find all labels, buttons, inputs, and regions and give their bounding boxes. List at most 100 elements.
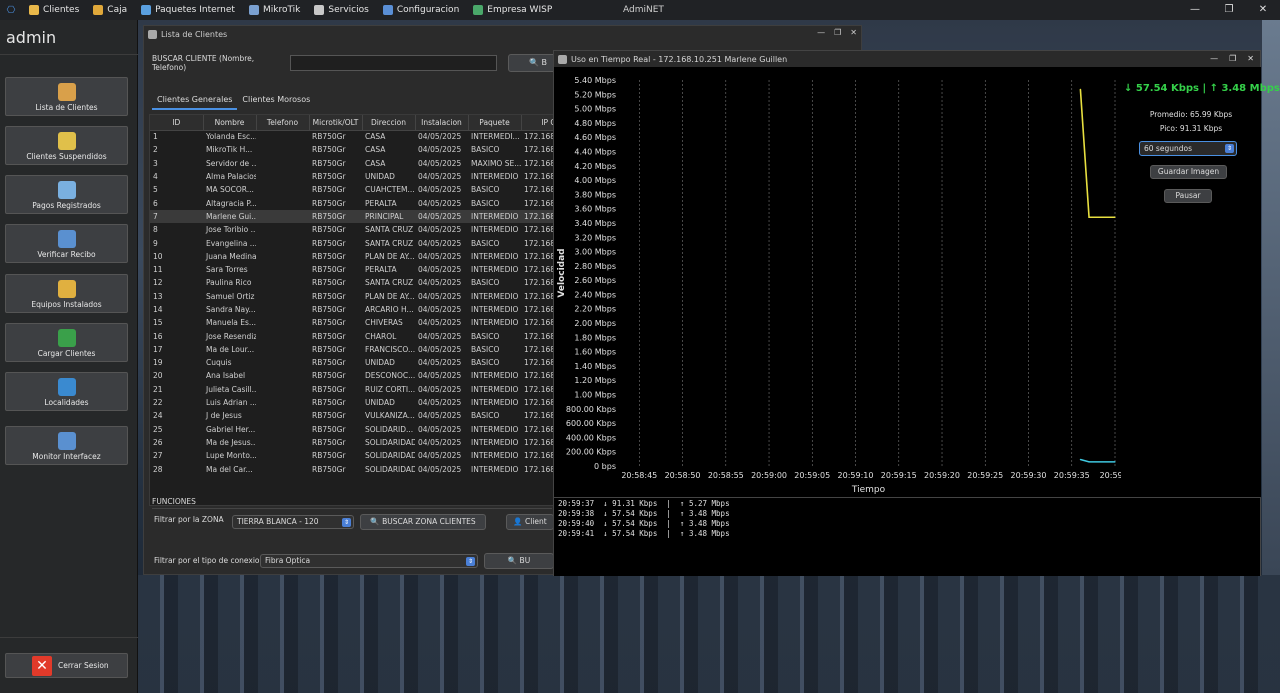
maximize-button[interactable]: ❐ bbox=[1229, 54, 1236, 63]
table-body: 1 Yolanda Esc... RB750Gr CASA 04/05/2025 INTE… bbox=[150, 130, 556, 476]
table-cell: 16 bbox=[153, 331, 163, 341]
sidebar-item-localidades[interactable]: Localidades bbox=[5, 372, 128, 411]
sidebar-item-verificar-recibo[interactable]: Verificar Recibo bbox=[5, 224, 128, 263]
table-row[interactable]: 17 Ma de Lour... RB750Gr FRANCISCO... 04/05/… bbox=[150, 343, 556, 356]
table-row[interactable]: 21 Julieta Casill... RB750Gr RUIZ CORTI... 0… bbox=[150, 383, 556, 396]
column-header[interactable]: ID bbox=[150, 115, 204, 131]
coins-icon bbox=[93, 5, 104, 15]
table-row[interactable]: 22 Luis Adrian ... RB750Gr UNIDAD 04/05/2025… bbox=[150, 396, 556, 409]
table-row[interactable]: 2 MikroTik H... RB750Gr CASA 04/05/2025 BASIC… bbox=[150, 143, 556, 156]
table-row[interactable]: 28 Ma del Car... RB750Gr SOLIDARIDAD 04/05/2… bbox=[150, 462, 556, 475]
table-row[interactable]: 27 Lupe Monto... RB750Gr SOLIDARIDAD 04/05/2… bbox=[150, 449, 556, 462]
sidebar-item-monitor-interfacez[interactable]: Monitor Interfacez bbox=[5, 426, 128, 465]
table-cell: Ma de Lour... bbox=[206, 344, 255, 354]
table-row[interactable]: 24 J de Jesus RB750Gr VULKANIZA... 04/05/202… bbox=[150, 409, 556, 422]
table-cell: 172.168 bbox=[524, 411, 556, 421]
table-cell: FRANCISCO... bbox=[365, 344, 415, 354]
sidebar-item-equipos-instalados[interactable]: Equipos Instalados bbox=[5, 274, 128, 313]
search-input[interactable] bbox=[290, 55, 497, 71]
table-cell: Jose Toribio ... bbox=[206, 225, 256, 235]
column-header[interactable]: Microtik/OLT bbox=[309, 115, 363, 131]
column-header[interactable]: Instalacion bbox=[415, 115, 469, 131]
column-header[interactable]: Paquete bbox=[468, 115, 522, 131]
buscar-zona-button[interactable]: 🔍 BUSCAR ZONA CLIENTES bbox=[360, 514, 486, 530]
tab-clientes-generales[interactable]: Clientes Generales bbox=[152, 92, 238, 110]
interval-select[interactable]: 60 segundos ⇕ bbox=[1139, 141, 1237, 156]
sidebar-item-pagos-registrados[interactable]: Pagos Registrados bbox=[5, 175, 128, 214]
table-row[interactable]: 5 MA SOCOR... RB750Gr CUAHCTEM... 04/05/2025… bbox=[150, 183, 556, 196]
table-row[interactable]: 26 Ma de Jesus... RB750Gr SOLIDARIDAD 04/05/… bbox=[150, 436, 556, 449]
pause-button[interactable]: Pausar bbox=[1164, 189, 1212, 203]
table-row[interactable]: 6 Altagracia P... RB750Gr PERALTA 04/05/2025… bbox=[150, 196, 556, 209]
minimize-button[interactable]: — bbox=[1178, 0, 1212, 20]
table-row[interactable]: 19 Cuquis RB750Gr UNIDAD 04/05/2025 BASICO 172… bbox=[150, 356, 556, 369]
menu-item-paquetes-internet[interactable]: Paquetes Internet bbox=[134, 0, 242, 20]
table-cell bbox=[256, 369, 309, 382]
table-cell bbox=[256, 223, 309, 236]
conexion-select[interactable]: Fibra Optica ⇕ bbox=[260, 554, 478, 568]
table-row[interactable]: 25 Gabriel Her... RB750Gr SOLIDARID... 04/05… bbox=[150, 423, 556, 436]
table-row[interactable]: 13 Samuel Ortiz RB750Gr PLAN DE AY... 04/05/… bbox=[150, 290, 556, 303]
menu-item-servicios[interactable]: Servicios bbox=[307, 0, 375, 20]
table-cell: RB750Gr bbox=[312, 185, 346, 195]
menu-item-caja[interactable]: Caja bbox=[86, 0, 134, 20]
minimize-button[interactable]: — bbox=[1210, 54, 1218, 63]
table-cell: 04/05/2025 bbox=[418, 251, 462, 261]
column-header[interactable]: Direccion bbox=[362, 115, 416, 131]
zona-select[interactable]: TIERRA BLANCA - 120 ⇕ bbox=[232, 515, 354, 529]
x-axis-label: Tiempo bbox=[851, 485, 886, 495]
buscar-conexion-button[interactable]: 🔍 BU bbox=[484, 553, 554, 569]
column-header[interactable]: Nombre bbox=[203, 115, 257, 131]
clients-window-titlebar: Lista de Clientes bbox=[144, 26, 861, 42]
save-image-button[interactable]: Guardar Imagen bbox=[1150, 165, 1227, 179]
table-cell: RB750Gr bbox=[312, 238, 346, 248]
table-row[interactable]: 4 Alma Palacios RB750Gr UNIDAD 04/05/2025 INT… bbox=[150, 170, 556, 183]
menu-item-mikrotik[interactable]: MikroTik bbox=[242, 0, 307, 20]
y-tick-label: 2.80 Mbps bbox=[574, 262, 616, 271]
table-row[interactable]: 9 Evangelina ... RB750Gr SANTA CRUZ 04/05/20… bbox=[150, 236, 556, 249]
menu-item-empresa-wisp[interactable]: Empresa WISP bbox=[466, 0, 559, 20]
table-row[interactable]: 16 Jose Resendiz RB750Gr CHAROL 04/05/2025 BA… bbox=[150, 329, 556, 342]
window-icon bbox=[558, 54, 567, 64]
table-cell bbox=[256, 423, 309, 436]
app-icon[interactable]: ⎔ bbox=[0, 5, 22, 16]
sidebar-item-label: Equipos Instalados bbox=[31, 300, 102, 309]
close-button[interactable]: ✕ bbox=[1246, 0, 1280, 20]
table-row[interactable]: 14 Sandra Nay... RB750Gr ARCARIO H... 04/05/… bbox=[150, 303, 556, 316]
logout-button[interactable]: ✕ Cerrar Sesion bbox=[5, 653, 128, 678]
clock-icon bbox=[57, 181, 76, 199]
table-cell: INTERMEDIO bbox=[471, 251, 519, 261]
table-row[interactable]: 20 Ana Isabel RB750Gr DESCONOC... 04/05/2025… bbox=[150, 369, 556, 382]
table-row[interactable]: 7 Marlene Gui... RB750Gr PRINCIPAL 04/05/202… bbox=[150, 209, 556, 224]
chevron-down-icon: ⇕ bbox=[342, 518, 351, 527]
sidebar-item-clientes-suspendidos[interactable]: Clientes Suspendidos bbox=[5, 126, 128, 165]
series-point bbox=[1079, 88, 1082, 90]
log-line: 20:59:40 ↓ 57.54 Kbps | ↑ 3.48 Mbps bbox=[558, 519, 730, 528]
close-button[interactable]: ✕ bbox=[850, 28, 857, 37]
y-tick-label: 1.20 Mbps bbox=[574, 376, 616, 385]
column-header[interactable]: Telefono bbox=[256, 115, 310, 131]
close-button[interactable]: ✕ bbox=[1247, 54, 1254, 63]
table-row[interactable]: 11 Sara Torres RB750Gr PERALTA 04/05/2025 INT… bbox=[150, 263, 556, 276]
tab-clientes-morosos[interactable]: Clientes Morosos bbox=[237, 92, 315, 110]
client-action-button[interactable]: 👤 Client bbox=[506, 514, 554, 530]
minimize-button[interactable]: — bbox=[817, 28, 825, 37]
table-cell: BASICO bbox=[471, 331, 500, 341]
menu-item-clientes[interactable]: Clientes bbox=[22, 0, 86, 20]
sidebar-item-cargar-clientes[interactable]: Cargar Clientes bbox=[5, 323, 128, 362]
maximize-button[interactable]: ❐ bbox=[1212, 0, 1246, 20]
table-row[interactable]: 15 Manuela Es... RB750Gr CHIVERAS 04/05/2025… bbox=[150, 316, 556, 329]
table-cell: 04/05/2025 bbox=[418, 225, 462, 235]
column-header[interactable]: IP Cli bbox=[521, 115, 556, 131]
table-row[interactable]: 3 Servidor de ... RB750Gr CASA 04/05/2025 MAX… bbox=[150, 157, 556, 170]
maximize-button[interactable]: ❐ bbox=[834, 28, 841, 37]
chart-panel: 0 bps 200.00 Kbps 400.00 Kbps 600.00 Kbps 80… bbox=[554, 67, 1130, 497]
table-row[interactable]: 1 Yolanda Esc... RB750Gr CASA 04/05/2025 INTE… bbox=[150, 130, 556, 143]
menu-item-configuracion[interactable]: Configuracion bbox=[376, 0, 466, 20]
table-row[interactable]: 12 Paulina Rico RB750Gr SANTA CRUZ 04/05/202… bbox=[150, 276, 556, 289]
table-cell: 04/05/2025 bbox=[418, 384, 462, 394]
table-row[interactable]: 8 Jose Toribio ... RB750Gr SANTA CRUZ 04/05/… bbox=[150, 223, 556, 236]
table-row[interactable]: 10 Juana Medina RB750Gr PLAN DE AY... 04/05/… bbox=[150, 250, 556, 263]
table-cell: 11 bbox=[153, 265, 163, 275]
sidebar-item-lista-de-clientes[interactable]: Lista de Clientes bbox=[5, 77, 128, 116]
